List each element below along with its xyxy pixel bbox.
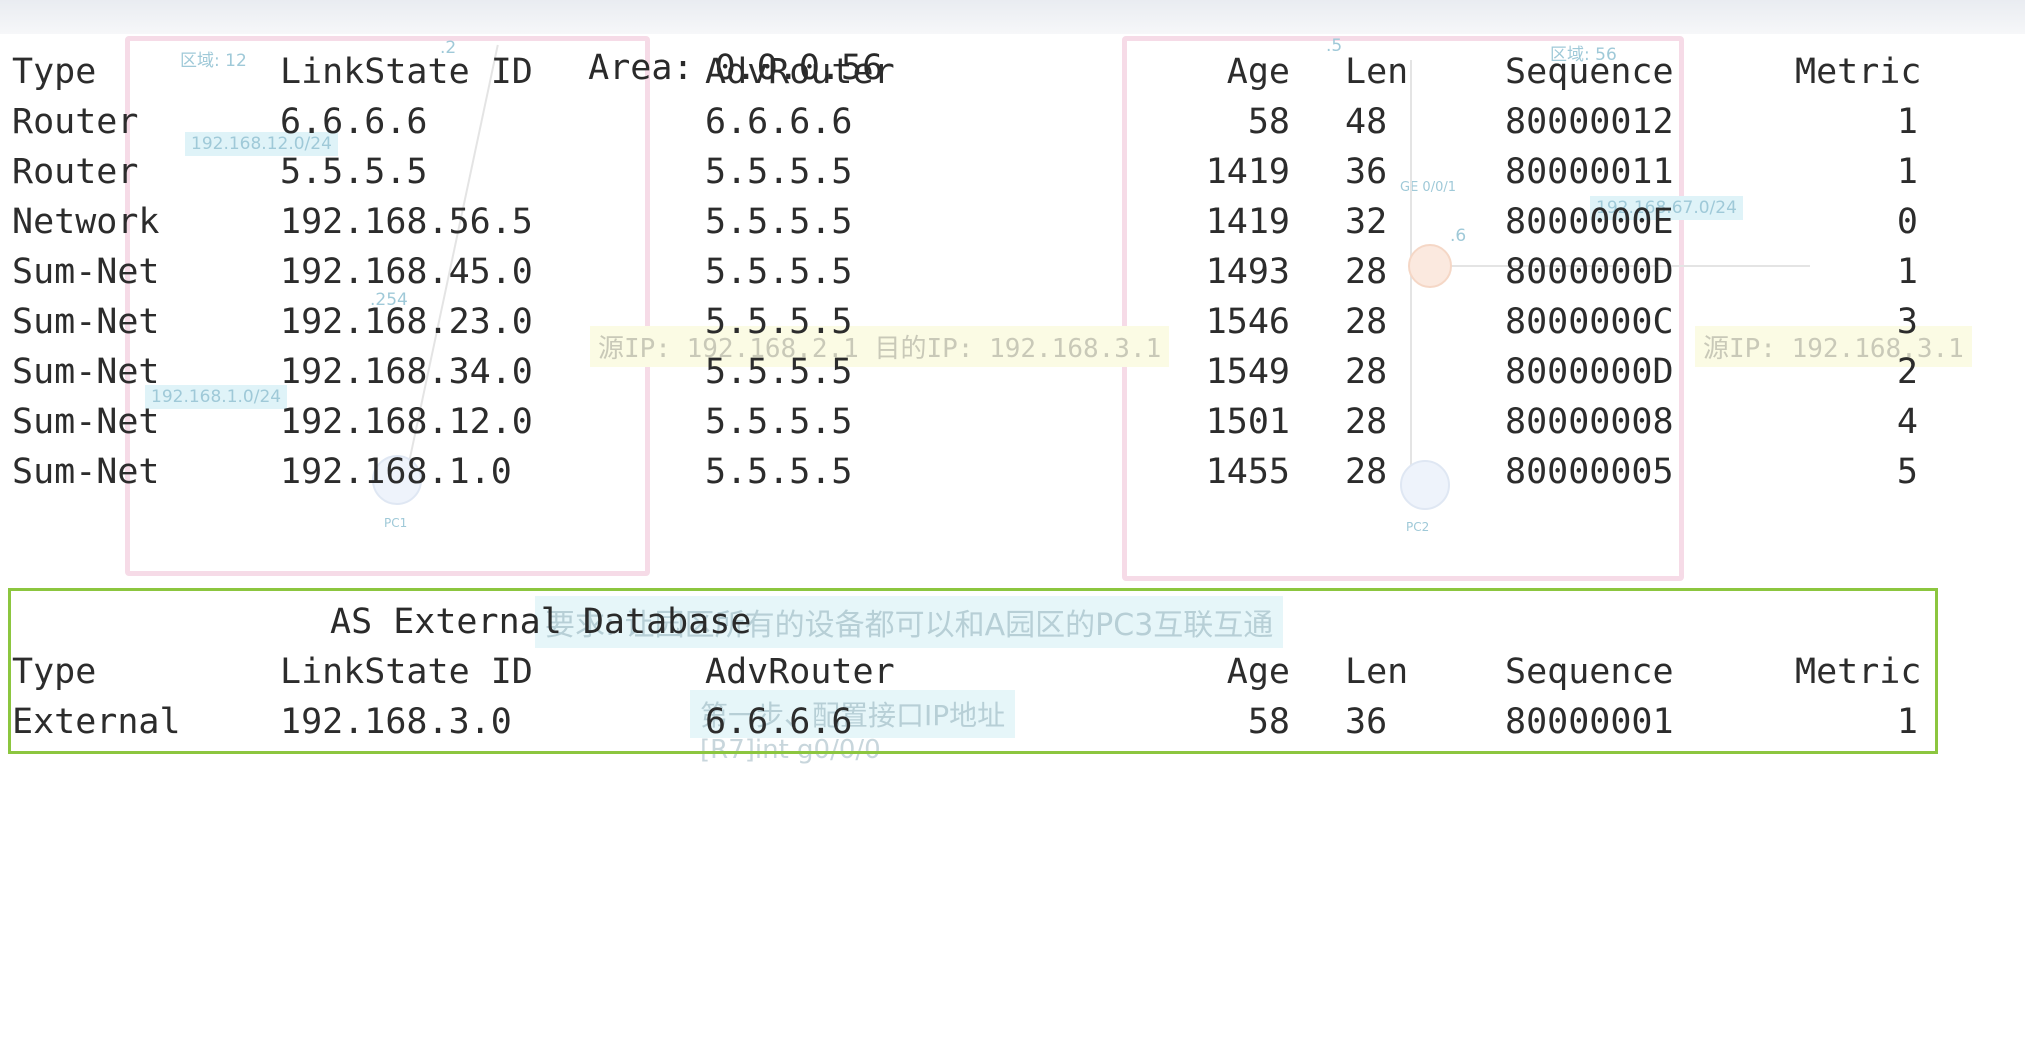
cell-seq: 8000000D [1505, 352, 1674, 392]
cell-seq: 80000001 [1505, 702, 1674, 742]
col-len: Len [1345, 52, 1409, 92]
cell-id: 192.168.3.0 [280, 702, 512, 742]
cell-id: 6.6.6.6 [280, 102, 428, 142]
cell-metric: 5 [1896, 452, 1918, 492]
cell-len: 32 [1345, 202, 1388, 242]
cell-type: Sum-Net [12, 402, 160, 442]
col-age: Age [1226, 652, 1290, 692]
table-row: Sum-Net 192.168.23.0 5.5.5.5 1546 28 800… [0, 300, 2025, 344]
col-type: Type [12, 652, 97, 692]
cell-metric: 1 [1896, 152, 1918, 192]
cell-id: 192.168.23.0 [280, 302, 533, 342]
col-age: Age [1226, 52, 1290, 92]
cell-type: Sum-Net [12, 352, 160, 392]
cell-adv: 5.5.5.5 [705, 402, 853, 442]
cell-seq: 80000011 [1505, 152, 1674, 192]
cell-len: 48 [1345, 102, 1388, 142]
cell-age: 1546 [1205, 302, 1290, 342]
cell-type: Router [12, 152, 139, 192]
cell-adv: 5.5.5.5 [705, 202, 853, 242]
cell-adv: 5.5.5.5 [705, 352, 853, 392]
table-row: Network 192.168.56.5 5.5.5.5 1419 32 800… [0, 200, 2025, 244]
col-metric: Metric [1795, 52, 1922, 92]
cell-metric: 1 [1896, 102, 1918, 142]
cell-adv: 6.6.6.6 [705, 102, 853, 142]
cell-age: 1549 [1205, 352, 1290, 392]
cell-type: Network [12, 202, 160, 242]
cell-len: 28 [1345, 452, 1388, 492]
cell-adv: 6.6.6.6 [705, 702, 853, 742]
cell-adv: 5.5.5.5 [705, 452, 853, 492]
cell-age: 1501 [1205, 402, 1290, 442]
table-row: Sum-Net 192.168.12.0 5.5.5.5 1501 28 800… [0, 400, 2025, 444]
table-row: External 192.168.3.0 6.6.6.6 58 36 80000… [0, 700, 2025, 744]
external-db-header: AS External Database [330, 602, 752, 642]
pc1-label: PC1 [384, 516, 408, 530]
cell-type: Sum-Net [12, 302, 160, 342]
col-linkstate-id: LinkState ID [280, 652, 533, 692]
cell-id: 5.5.5.5 [280, 152, 428, 192]
cell-id: 192.168.56.5 [280, 202, 533, 242]
cell-metric: 1 [1896, 702, 1918, 742]
col-adv-router: AdvRouter [705, 652, 895, 692]
cell-seq: 80000012 [1505, 102, 1674, 142]
cell-type: Sum-Net [12, 252, 160, 292]
col-metric: Metric [1795, 652, 1922, 692]
cell-len: 36 [1345, 702, 1388, 742]
cell-seq: 80000005 [1505, 452, 1674, 492]
cell-metric: 1 [1896, 252, 1918, 292]
cell-age: 1455 [1205, 452, 1290, 492]
col-sequence: Sequence [1505, 52, 1674, 92]
cell-len: 28 [1345, 402, 1388, 442]
cell-metric: 3 [1896, 302, 1918, 342]
cell-metric: 4 [1896, 402, 1918, 442]
cell-adv: 5.5.5.5 [705, 252, 853, 292]
window-top-bar [0, 0, 2025, 34]
cell-adv: 5.5.5.5 [705, 302, 853, 342]
cell-type: Router [12, 102, 139, 142]
cell-type: External [12, 702, 181, 742]
col-adv-router: AdvRouter [705, 52, 895, 92]
cell-metric: 2 [1896, 352, 1918, 392]
cell-seq: 8000000D [1505, 252, 1674, 292]
cell-len: 28 [1345, 302, 1388, 342]
cell-age: 58 [1247, 102, 1290, 142]
cell-metric: 0 [1896, 202, 1918, 242]
cell-type: Sum-Net [12, 452, 160, 492]
table-row: Sum-Net 192.168.1.0 5.5.5.5 1455 28 8000… [0, 450, 2025, 494]
col-linkstate-id: LinkState ID [280, 52, 533, 92]
area-table-header: Type LinkState ID AdvRouter Age Len Sequ… [0, 50, 2025, 94]
cell-seq: 80000008 [1505, 402, 1674, 442]
col-type: Type [12, 52, 97, 92]
cell-age: 1493 [1205, 252, 1290, 292]
cell-id: 192.168.12.0 [280, 402, 533, 442]
cell-id: 192.168.34.0 [280, 352, 533, 392]
cell-seq: 8000000C [1505, 302, 1674, 342]
cell-id: 192.168.1.0 [280, 452, 512, 492]
cell-id: 192.168.45.0 [280, 252, 533, 292]
cell-age: 1419 [1205, 202, 1290, 242]
table-row: Sum-Net 192.168.45.0 5.5.5.5 1493 28 800… [0, 250, 2025, 294]
cell-age: 58 [1247, 702, 1290, 742]
table-row: Sum-Net 192.168.34.0 5.5.5.5 1549 28 800… [0, 350, 2025, 394]
col-len: Len [1345, 652, 1409, 692]
cell-len: 28 [1345, 252, 1388, 292]
cell-len: 36 [1345, 152, 1388, 192]
cell-age: 1419 [1205, 152, 1290, 192]
cell-len: 28 [1345, 352, 1388, 392]
table-row: Router 5.5.5.5 5.5.5.5 1419 36 80000011 … [0, 150, 2025, 194]
cell-adv: 5.5.5.5 [705, 152, 853, 192]
pc2-label: PC2 [1406, 520, 1430, 534]
col-sequence: Sequence [1505, 652, 1674, 692]
cell-seq: 8000000E [1505, 202, 1674, 242]
table-row: Router 6.6.6.6 6.6.6.6 58 48 80000012 1 [0, 100, 2025, 144]
external-table-header: Type LinkState ID AdvRouter Age Len Sequ… [0, 650, 2025, 694]
